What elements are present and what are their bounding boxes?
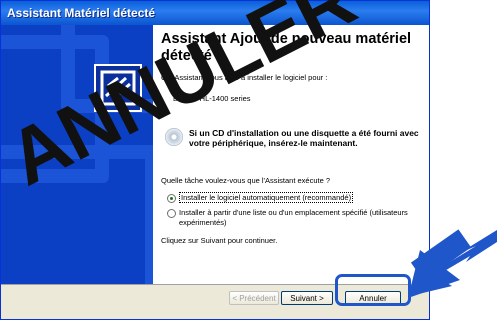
cancel-highlight-box: [335, 274, 411, 306]
manual-install-label[interactable]: Installer à partir d'une liste ou d'un e…: [179, 208, 419, 228]
auto-install-label[interactable]: Installer le logiciel automatiquement (r…: [179, 192, 419, 203]
manual-install-radio[interactable]: [167, 209, 176, 218]
continue-text: Cliquez sur Suivant pour continuer.: [161, 236, 278, 245]
back-button[interactable]: < Précédent: [229, 291, 279, 305]
cd-note: Si un CD d'installation ou une disquette…: [189, 128, 419, 148]
window-title: Assistant Matériel détecté: [7, 6, 156, 20]
task-question: Quelle tâche voulez-vous que l'Assistant…: [161, 176, 331, 185]
next-button[interactable]: Suivant >: [281, 291, 333, 305]
auto-install-radio[interactable]: [167, 194, 176, 203]
